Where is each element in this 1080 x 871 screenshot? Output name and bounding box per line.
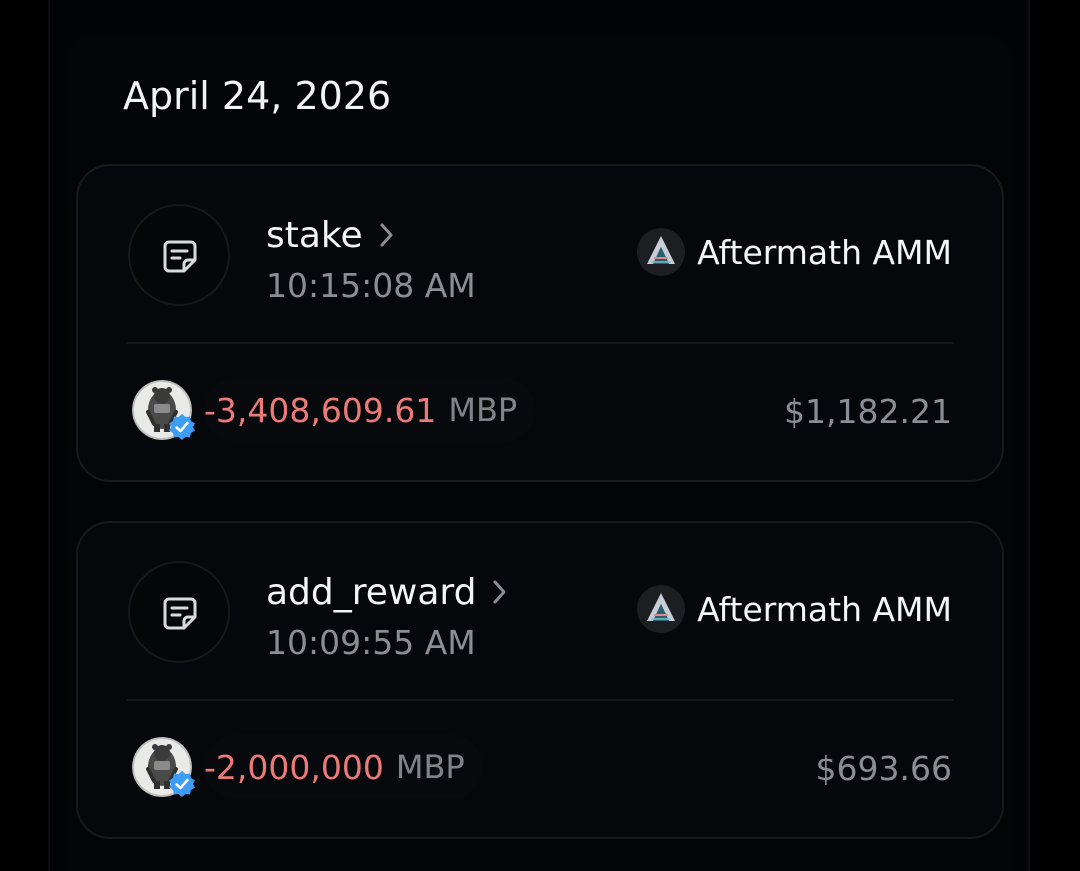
transaction-time: 10:15:08 AM xyxy=(266,266,476,305)
function-name-link[interactable]: stake xyxy=(266,212,397,258)
card-divider xyxy=(126,699,954,701)
date-group-header: April 24, 2026 xyxy=(123,74,392,118)
transaction-history-screen: April 24, 2026 stake 10:15:08 AM Afterma… xyxy=(0,0,1080,871)
token-symbol: MBP xyxy=(448,391,518,429)
verified-badge-icon xyxy=(168,413,196,441)
note-icon xyxy=(128,204,230,306)
amount-chip: -2,000,000 MBP xyxy=(204,735,483,799)
card-divider xyxy=(126,342,954,344)
panel-border-right xyxy=(1028,0,1030,871)
chevron-right-icon xyxy=(490,577,510,607)
function-name: add_reward xyxy=(266,571,477,613)
function-name: stake xyxy=(266,214,363,256)
protocol-name: Aftermath AMM xyxy=(697,589,952,629)
aftermath-logo-icon xyxy=(637,585,686,633)
function-name-link[interactable]: add_reward xyxy=(266,569,510,615)
amount-chip: -3,408,609.61 MBP xyxy=(204,378,536,442)
token-avatar xyxy=(132,380,195,440)
asset-change-row: -2,000,000 MBP xyxy=(132,735,483,799)
protocol-link[interactable]: Aftermath AMM xyxy=(637,228,952,276)
transaction-time: 10:09:55 AM xyxy=(266,623,476,662)
verified-badge-icon xyxy=(168,770,196,798)
transaction-card[interactable]: stake 10:15:08 AM Aftermath AMM -3,408,6… xyxy=(76,164,1004,482)
transaction-card[interactable]: add_reward 10:09:55 AM Aftermath AMM -2,… xyxy=(76,521,1004,839)
usd-value: $1,182.21 xyxy=(784,392,952,431)
protocol-name: Aftermath AMM xyxy=(697,232,952,272)
token-amount: -3,408,609.61 xyxy=(204,390,437,430)
aftermath-logo-icon xyxy=(637,228,686,276)
token-avatar xyxy=(132,737,195,797)
token-amount: -2,000,000 xyxy=(204,747,384,787)
chevron-right-icon xyxy=(377,220,397,250)
usd-value: $693.66 xyxy=(815,749,952,788)
asset-change-row: -3,408,609.61 MBP xyxy=(132,378,536,442)
token-symbol: MBP xyxy=(395,748,465,786)
note-icon xyxy=(128,561,230,663)
protocol-link[interactable]: Aftermath AMM xyxy=(637,585,952,633)
